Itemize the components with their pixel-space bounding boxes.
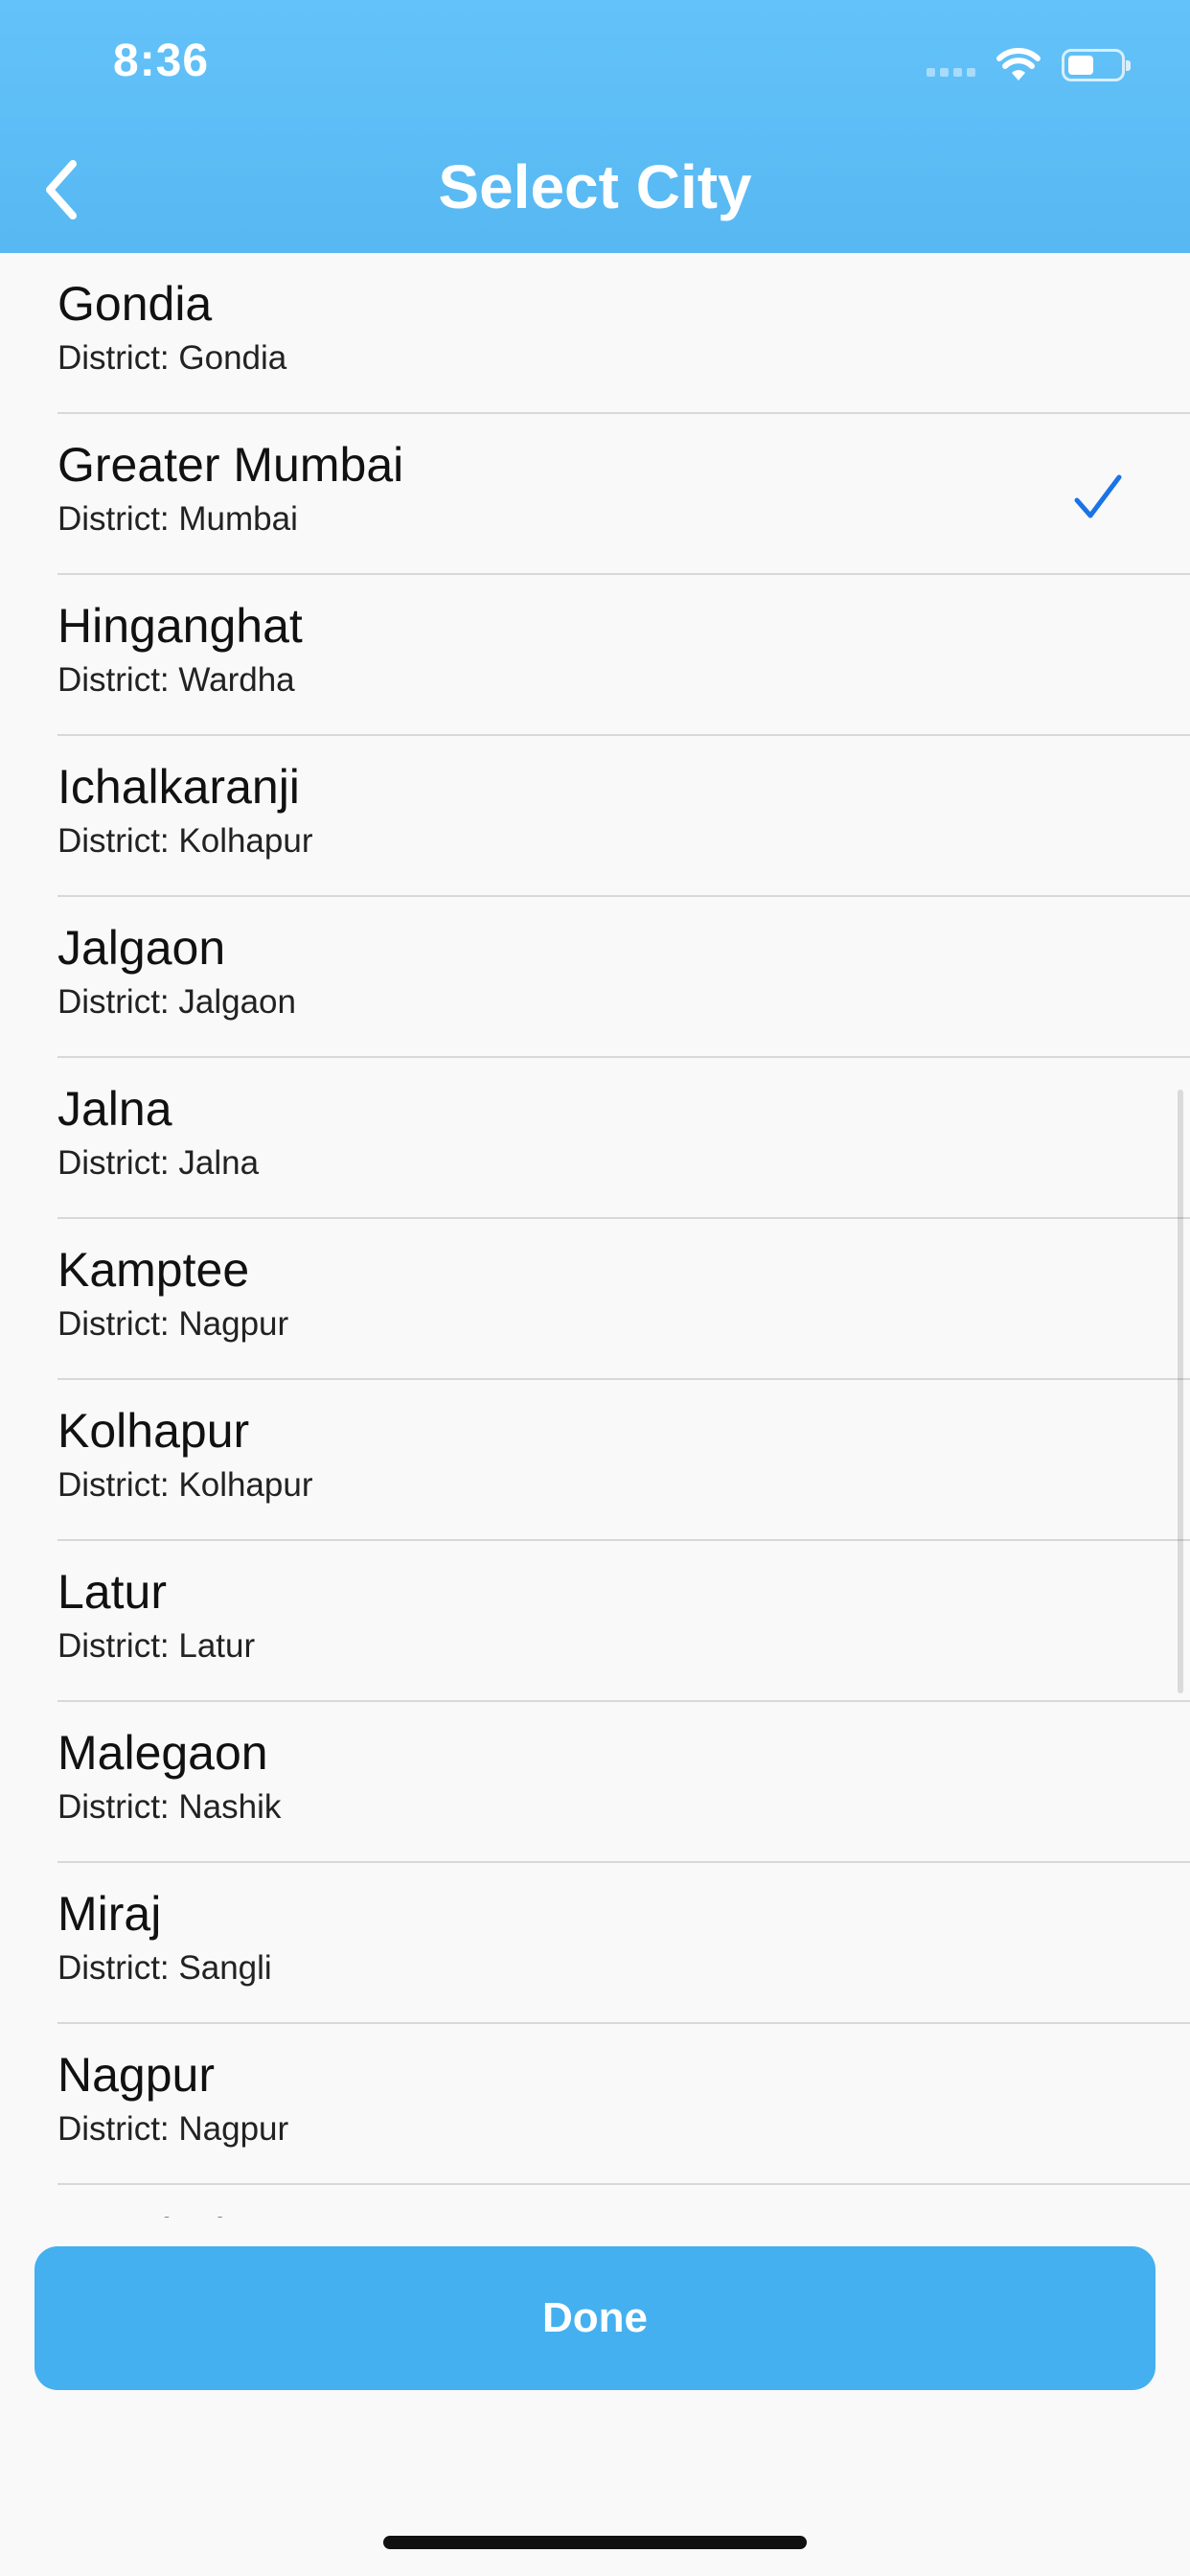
scroll-indicator[interactable] — [1178, 1090, 1183, 1693]
city-name: Latur — [57, 1565, 167, 1619]
checkmark-icon — [1074, 474, 1122, 518]
list-item[interactable]: Greater Mumbai District: Mumbai — [0, 414, 1190, 575]
chevron-left-icon — [46, 160, 77, 219]
district-label: District: Latur — [57, 1627, 256, 1665]
back-button[interactable] — [23, 144, 100, 236]
city-name: Malegaon — [57, 1726, 268, 1780]
city-name: Hinganghat — [57, 599, 303, 653]
city-name: Jalna — [57, 1082, 172, 1136]
signal-icon — [927, 54, 975, 77]
list-item[interactable]: Kamptee District: Nagpur — [0, 1219, 1190, 1380]
district-label: District: Wardha — [57, 661, 295, 699]
list-item[interactable]: Nanded — [0, 2185, 1190, 2218]
list-item[interactable]: Nagpur District: Nagpur — [0, 2024, 1190, 2185]
city-name: Kolhapur — [57, 1404, 250, 1458]
list-item[interactable]: Jalgaon District: Jalgaon — [0, 897, 1190, 1058]
district-label: District: Gondia — [57, 339, 287, 377]
district-label: District: Mumbai — [57, 500, 298, 538]
city-name: Nanded — [57, 2208, 225, 2218]
district-label: District: Kolhapur — [57, 822, 313, 860]
list-item[interactable]: Hinganghat District: Wardha — [0, 575, 1190, 736]
city-name: Jalgaon — [57, 921, 226, 975]
wifi-icon — [996, 48, 1041, 80]
list-item[interactable]: Kolhapur District: Kolhapur — [0, 1380, 1190, 1541]
district-label: District: Nashik — [57, 1788, 282, 1826]
city-name: Greater Mumbai — [57, 438, 404, 492]
district-label: District: Jalgaon — [57, 983, 296, 1021]
done-button[interactable]: Done — [34, 2246, 1156, 2390]
status-icons — [927, 42, 1131, 88]
district-label: District: Nagpur — [57, 1305, 289, 1343]
list-item[interactable]: Gondia District: Gondia — [0, 253, 1190, 414]
page-title: Select City — [438, 152, 752, 221]
district-label: District: Sangli — [57, 1949, 272, 1987]
navigation-header: 8:36 Select City — [0, 0, 1190, 253]
district-label: District: Jalna — [57, 1144, 260, 1182]
district-label: District: Nagpur — [57, 2110, 289, 2148]
list-item[interactable]: Ichalkaranji District: Kolhapur — [0, 736, 1190, 897]
district-label: District: Kolhapur — [57, 1466, 313, 1504]
city-name: Ichalkaranji — [57, 760, 300, 814]
list-item[interactable]: Miraj District: Sangli — [0, 1863, 1190, 2024]
city-list[interactable]: Gondia District: Gondia Greater Mumbai D… — [0, 253, 1190, 2218]
list-item[interactable]: Jalna District: Jalna — [0, 1058, 1190, 1219]
city-name: Gondia — [57, 277, 213, 331]
city-name: Miraj — [57, 1887, 162, 1941]
home-indicator[interactable] — [383, 2536, 807, 2549]
battery-icon — [1062, 49, 1131, 81]
status-time: 8:36 — [113, 35, 210, 86]
list-item[interactable]: Latur District: Latur — [0, 1541, 1190, 1702]
city-name: Kamptee — [57, 1243, 250, 1297]
list-item[interactable]: Malegaon District: Nashik — [0, 1702, 1190, 1863]
city-name: Nagpur — [57, 2048, 215, 2102]
